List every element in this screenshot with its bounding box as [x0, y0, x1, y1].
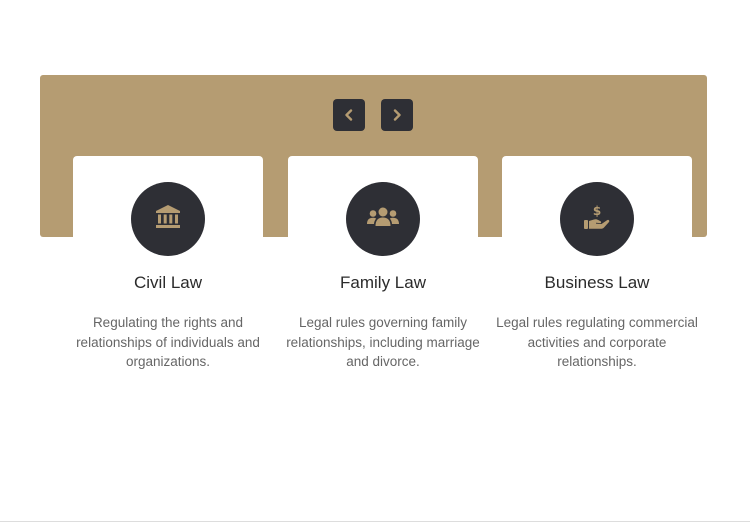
- icon-badge: [131, 182, 205, 256]
- icon-badge: [346, 182, 420, 256]
- service-card-civil-law[interactable]: Civil Law Regulating the rights and rela…: [73, 156, 263, 386]
- icon-badge: $: [560, 182, 634, 256]
- users-group-icon: [366, 205, 400, 234]
- carousel-next-button[interactable]: [381, 99, 413, 131]
- chevron-left-icon: [344, 109, 354, 121]
- card-description: Regulating the rights and relationships …: [76, 315, 260, 369]
- service-card-family-law[interactable]: Family Law Legal rules governing family …: [286, 156, 480, 386]
- service-card-business-law[interactable]: $ Business Law Legal rules regulating co…: [496, 156, 698, 386]
- card-description: Legal rules regulating commercial activi…: [496, 315, 698, 369]
- page-divider: [0, 521, 750, 522]
- carousel-prev-button[interactable]: [333, 99, 365, 131]
- svg-text:$: $: [593, 204, 601, 218]
- hand-holding-dollar-icon: $: [582, 203, 612, 236]
- card-title: Family Law: [340, 273, 426, 292]
- card-title: Civil Law: [133, 273, 203, 292]
- chevron-right-icon: [392, 109, 402, 121]
- card-title: Business Law: [544, 273, 650, 292]
- card-description: Legal rules governing family relationshi…: [286, 315, 480, 369]
- practice-areas-section: Civil Law Regulating the rights and rela…: [0, 0, 750, 523]
- bank-building-icon: [154, 204, 182, 235]
